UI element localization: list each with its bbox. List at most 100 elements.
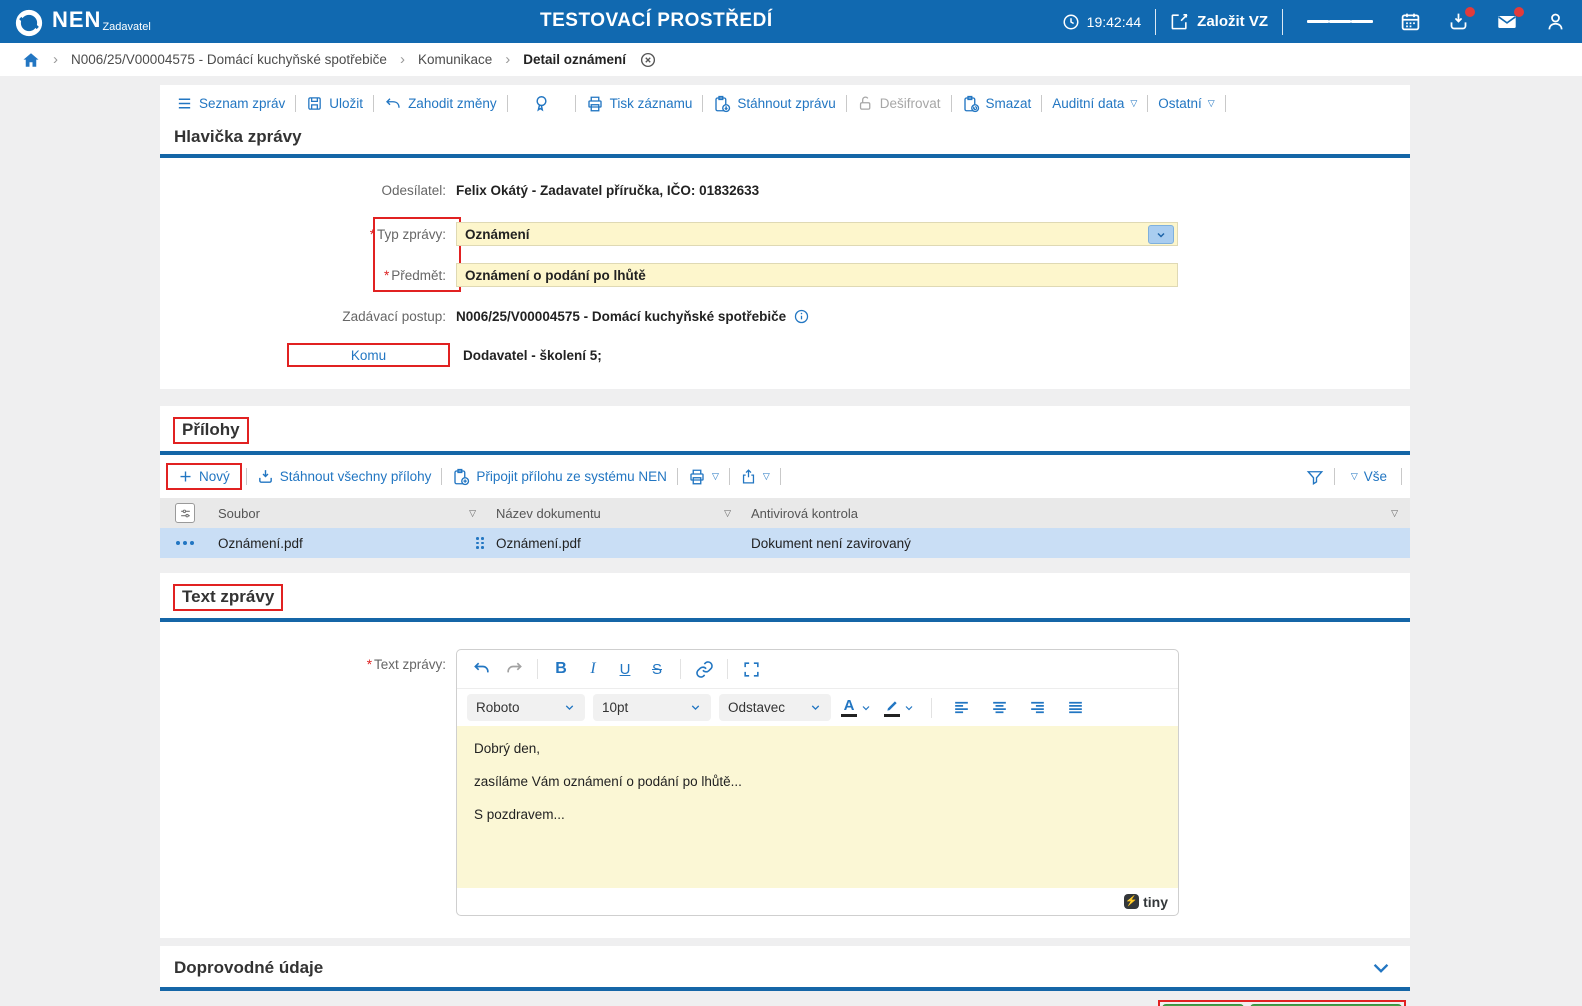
filter-icon[interactable] [1306, 468, 1324, 486]
column-filter-icon[interactable]: ▽ [1391, 508, 1398, 519]
typ-zpravy-dropdown-button[interactable] [1148, 225, 1174, 244]
drag-handle-icon[interactable] [476, 537, 488, 549]
zadavaci-postup-value: N006/25/V00004575 - Domácí kuchyňské spo… [456, 308, 787, 324]
column-filter-icon[interactable]: ▽ [469, 508, 488, 519]
stahnout-vsechny-prilohy-button[interactable]: Stáhnout všechny přílohy [247, 468, 442, 485]
ostatni-button[interactable]: Ostatní ▽ [1148, 96, 1224, 111]
message-detail-panel: Seznam zpráv Uložit Zahodit změny Tisk z… [160, 85, 1410, 389]
home-icon[interactable] [22, 51, 40, 69]
underline-button[interactable]: U [610, 655, 640, 683]
font-family-select[interactable]: Roboto [467, 694, 585, 721]
highlight-color-button[interactable] [882, 699, 917, 717]
chevron-down-icon [1157, 232, 1165, 238]
komu-button[interactable]: Komu [287, 343, 450, 367]
link-button[interactable] [689, 655, 719, 683]
align-justify-button[interactable] [1060, 694, 1090, 722]
tisk-zaznamu-button[interactable]: Tisk záznamu [576, 95, 703, 113]
redo-icon [507, 662, 522, 673]
novy-button[interactable]: Nový [166, 463, 242, 490]
menu-button[interactable] [1307, 17, 1373, 26]
breadcrumb-separator: › [505, 51, 511, 68]
column-header-soubor[interactable]: Soubor [218, 506, 260, 521]
link-icon [695, 660, 713, 678]
attachment-file-name[interactable]: Oznámení.pdf [218, 536, 303, 551]
breadcrumb-current: Detail oznámení [523, 52, 627, 67]
chevron-down-icon [691, 705, 700, 711]
downloads-button[interactable] [1448, 7, 1475, 32]
column-settings-button[interactable] [175, 503, 195, 523]
redo-button[interactable] [499, 655, 529, 683]
align-left-icon [954, 701, 968, 714]
column-header-nazev[interactable]: Název dokumentu [496, 506, 601, 521]
attachment-row[interactable]: Oznámení.pdf Oznámení.pdf Dokument není … [160, 528, 1410, 558]
seznam-zprav-button[interactable]: Seznam zpráv [166, 95, 295, 112]
align-left-button[interactable] [946, 694, 976, 722]
message-paragraph: Dobrý den, [474, 741, 541, 756]
nen-logo[interactable]: NEN Zadavatel [14, 5, 151, 38]
row-options-button[interactable] [176, 541, 194, 545]
chevron-down-icon [565, 705, 574, 711]
messages-button[interactable] [1496, 6, 1524, 33]
italic-button[interactable]: I [578, 655, 608, 683]
stahnout-zpravu-button[interactable]: Stáhnout zprávu [703, 95, 845, 113]
calendar-icon [1401, 13, 1420, 31]
undo-button[interactable] [467, 655, 497, 683]
clipboard-attach-icon [454, 468, 470, 485]
clipboard-delete-icon [963, 95, 979, 112]
calendar-button[interactable] [1400, 11, 1421, 32]
strikethrough-button[interactable]: S [642, 655, 672, 683]
bold-button[interactable]: B [546, 655, 576, 683]
plus-icon [180, 471, 191, 482]
column-filter-icon[interactable]: ▽ [724, 508, 743, 519]
zahodit-zmeny-button[interactable]: Zahodit změny [374, 95, 507, 113]
fullscreen-button[interactable] [736, 655, 766, 683]
text-color-button[interactable]: A [839, 698, 874, 717]
rich-text-editor[interactable]: B I U S Roboto 10pt Odstavec A Dobrý den… [456, 649, 1179, 916]
breadcrumb-separator: › [399, 51, 405, 68]
block-format-select[interactable]: Odstavec [719, 694, 831, 721]
desifrovat-button[interactable]: Dešifrovat [847, 95, 951, 112]
tiny-bolt-icon: ⚡ [1124, 894, 1140, 909]
attachment-antivirus-status: Dokument není zavirovaný [751, 535, 911, 551]
user-icon [1548, 13, 1563, 30]
topbar-divider [1155, 8, 1157, 35]
predmet-input[interactable]: Oznámení o podání po lhůtě [456, 263, 1178, 287]
breadcrumb-komunikace[interactable]: Komunikace [418, 52, 492, 67]
auditni-data-button[interactable]: Auditní data ▽ [1042, 96, 1147, 111]
message-text-panel: Text zprávy * Text zprávy: B I U S Robot… [160, 573, 1410, 938]
breadcrumb-procedure[interactable]: N006/25/V00004575 - Domácí kuchyňské spo… [71, 52, 387, 67]
ulozit-button[interactable]: Uložit [296, 95, 373, 112]
chevron-down-icon [1373, 963, 1389, 973]
breadcrumb: › N006/25/V00004575 - Domácí kuchyňské s… [0, 43, 1582, 76]
export-attachments-button[interactable]: ▽ [730, 468, 780, 485]
font-size-select[interactable]: 10pt [593, 694, 711, 721]
typ-zpravy-select[interactable]: Oznámení [456, 222, 1178, 246]
pripojit-prilohu-button[interactable]: Připojit přílohu ze systému NEN [442, 468, 677, 486]
action-bar: Odeslat Podepsat a odeslat [160, 991, 1410, 1006]
save-icon [308, 97, 322, 110]
info-icon[interactable] [793, 308, 810, 325]
expand-section-button[interactable] [1370, 957, 1392, 979]
smazat-button[interactable]: Smazat [952, 95, 1042, 113]
seal-button[interactable] [508, 94, 575, 113]
message-header-form: Odesílatel: Felix Okátý - Zadavatel přír… [160, 158, 1410, 389]
user-button[interactable] [1545, 11, 1566, 32]
session-time: 19:42:44 [1062, 13, 1141, 31]
close-tab-icon[interactable] [639, 51, 657, 69]
text-zpravy-label: * Text zprávy: [366, 657, 446, 672]
align-right-button[interactable] [1022, 694, 1052, 722]
create-vz-button[interactable]: Založit VZ [1170, 12, 1268, 31]
vse-filter-button[interactable]: ▽ Vše [1345, 469, 1393, 484]
message-paragraph: S pozdravem... [474, 807, 565, 822]
column-header-antivir[interactable]: Antivirová kontrola [751, 506, 858, 521]
topbar-divider [1282, 8, 1283, 35]
message-body-textarea[interactable]: Dobrý den, zasíláme Vám oznámení o podán… [457, 726, 1178, 888]
align-center-button[interactable] [984, 694, 1014, 722]
editor-toolbar-row2: Roboto 10pt Odstavec A [457, 688, 1178, 726]
odesilatel-label: Odesílatel: [381, 182, 446, 198]
sliders-icon [180, 509, 190, 517]
print-attachments-button[interactable]: ▽ [678, 468, 729, 486]
chevron-down-icon [811, 705, 820, 711]
chevron-down-icon [905, 705, 913, 710]
tiny-logo[interactable]: ⚡ tiny [1124, 894, 1168, 910]
